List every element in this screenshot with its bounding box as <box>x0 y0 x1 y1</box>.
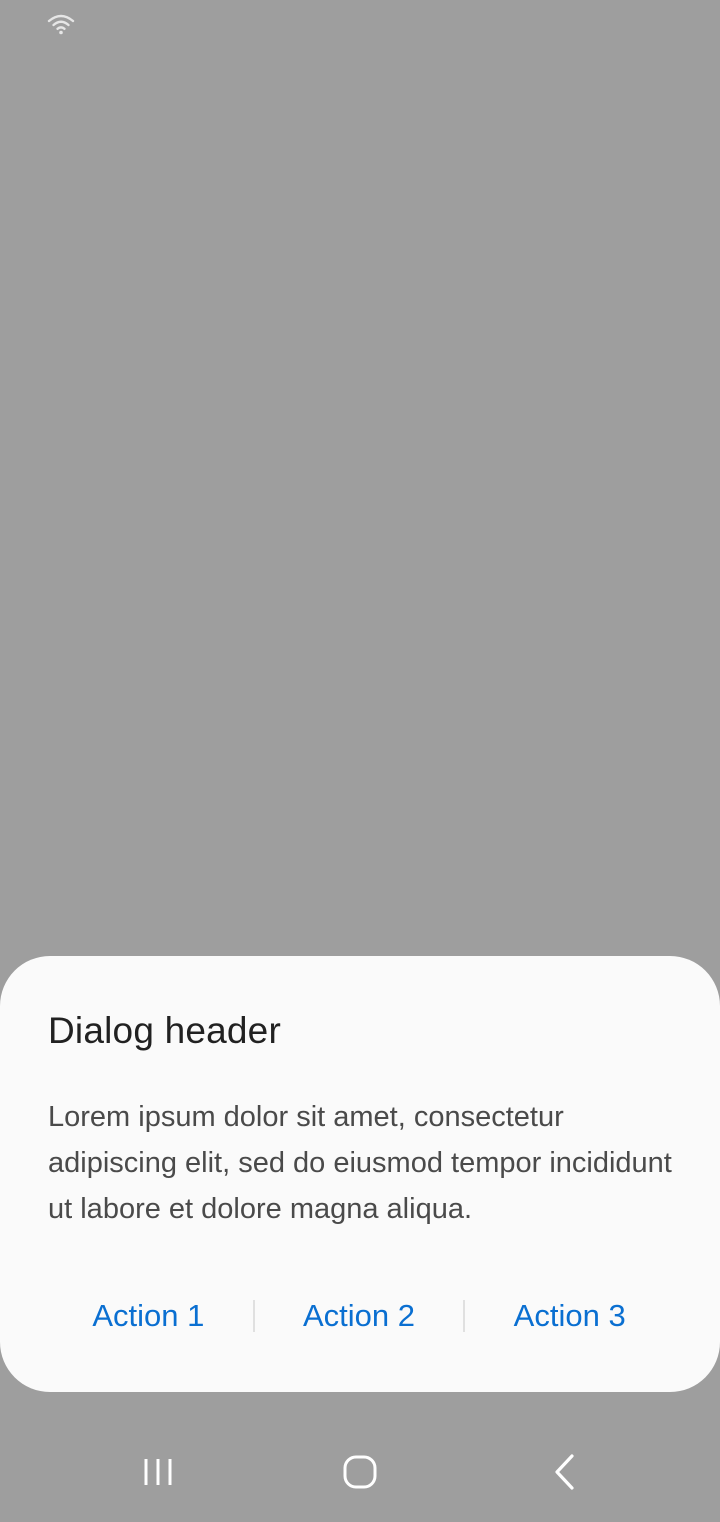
navigation-bar <box>0 1422 720 1522</box>
dialog: Dialog header Lorem ipsum dolor sit amet… <box>0 956 720 1392</box>
home-button[interactable] <box>330 1442 390 1502</box>
back-icon <box>555 1454 574 1490</box>
back-button[interactable] <box>534 1442 594 1502</box>
recents-icon <box>144 1459 172 1485</box>
dialog-title: Dialog header <box>48 1010 281 1051</box>
action-3-button[interactable]: Action 3 <box>465 1282 674 1350</box>
dialog-actions: Action 1 Action 2 Action 3 <box>44 1282 674 1350</box>
home-icon <box>343 1455 377 1489</box>
status-bar <box>0 0 720 48</box>
wifi-icon <box>47 14 75 35</box>
recents-button[interactable] <box>128 1442 188 1502</box>
action-2-button[interactable]: Action 2 <box>255 1282 464 1350</box>
action-1-button[interactable]: Action 1 <box>44 1282 253 1350</box>
dialog-body: Lorem ipsum dolor sit amet, consectetur … <box>48 1101 672 1225</box>
